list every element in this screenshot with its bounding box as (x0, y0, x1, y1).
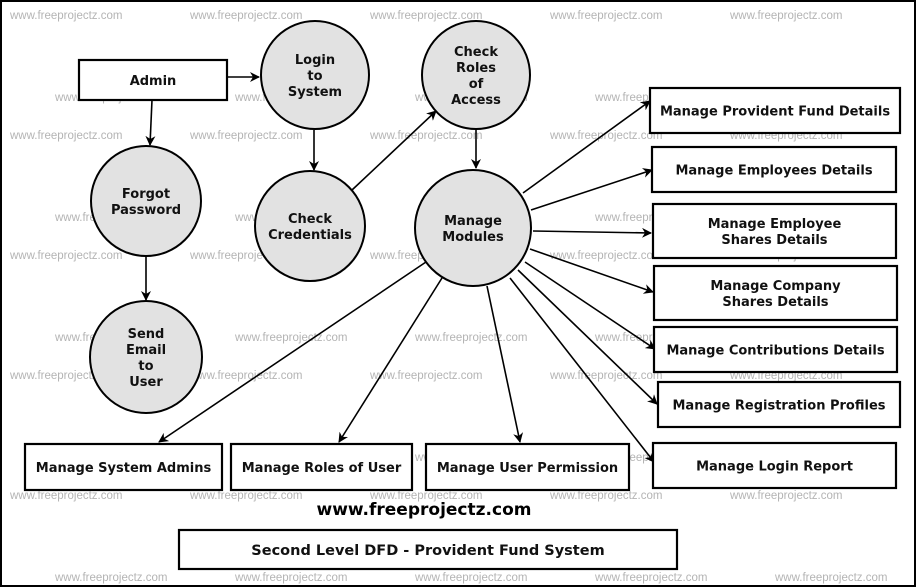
entity-label: Manage Contributions Details (666, 344, 884, 359)
process-label: of (469, 77, 484, 92)
process-label: Access (451, 93, 501, 108)
entity-label: Manage Employees Details (675, 164, 872, 179)
entity-manage-employee-shares-details: Manage EmployeeShares Details (651, 202, 898, 260)
watermark-text: www.freeprojectz.com (549, 490, 662, 502)
entity-manage-user-permission: Manage User Permission (424, 442, 631, 492)
flow-arrow-manage-modules-to-manage-employees-details (530, 168, 653, 211)
process-label: Credentials (268, 228, 352, 243)
process-label: to (307, 69, 322, 84)
entity-manage-registration-profiles: Manage Registration Profiles (656, 380, 902, 429)
watermark-text: www.freeprojectz.com (549, 250, 662, 262)
entity-manage-login-report: Manage Login Report (651, 441, 898, 490)
watermark-text: www.freeprojectz.com (369, 370, 482, 382)
entity-label: Manage Employee (708, 217, 842, 232)
process-send-email-to-user: SendEmailtoUser (89, 300, 203, 414)
watermark-text: www.freeprojectz.com (594, 572, 707, 584)
watermark-text: www.freeprojectz.com (234, 332, 347, 344)
watermark-text: www.freeprojectz.com (369, 130, 482, 142)
watermark-text: www.freeprojectz.com (729, 10, 842, 22)
watermark-text: www.freeprojectz.com (414, 332, 527, 344)
process-label: Forgot (122, 187, 170, 202)
watermark-text: www.freeprojectz.com (774, 572, 887, 584)
process-forgot-password: ForgotPassword (90, 145, 202, 257)
entity-manage-company-shares-details: Manage CompanyShares Details (652, 264, 899, 322)
flow-arrow-manage-modules-to-manage-roles-of-user (338, 277, 443, 443)
diagram-title: Second Level DFD - Provident Fund System (251, 543, 604, 559)
process-label: Password (111, 203, 181, 218)
flow-arrow-manage-modules-to-manage-employee-shares-details (532, 227, 652, 238)
flow-arrow-check-credentials-to-check-roles-of-access (351, 110, 437, 191)
process-login-to-system: LogintoSystem (260, 20, 370, 130)
watermark-text: www.freeprojectz.com (729, 490, 842, 502)
process-label: Roles (456, 61, 496, 76)
dfd-diagram: www.freeprojectz.com www.freeprojectz.com… (9, 10, 902, 584)
process-manage-modules: ManageModules (414, 169, 532, 287)
entity-label: Manage System Admins (36, 461, 212, 476)
watermark-text: www.freeprojectz.com (189, 10, 302, 22)
site-label: www.freeprojectz.com (317, 500, 532, 520)
process-label: Send (128, 327, 165, 342)
entity-label: Shares Details (721, 233, 827, 248)
process-label: Login (295, 53, 335, 68)
entity-label: Manage Company (710, 279, 841, 294)
process-label: Manage (444, 214, 502, 229)
process-label: Check (288, 212, 332, 227)
node-layer: Admin Manage Provident Fund Details Manage… (23, 20, 902, 492)
watermark-text: www.freeprojectz.com (549, 130, 662, 142)
entity-admin: Admin (77, 58, 229, 102)
entity-label: Manage Registration Profiles (672, 399, 885, 414)
entity-label: Manage Roles of User (242, 461, 402, 476)
flow-arrow-manage-modules-to-manage-contributions-details (524, 261, 656, 350)
flow-arrow-manage-modules-to-manage-user-permission (486, 285, 524, 443)
watermark-text: www.freeprojectz.com (189, 370, 302, 382)
watermark-text: www.freeprojectz.com (9, 490, 122, 502)
watermark-text: www.freeprojectz.com (54, 572, 167, 584)
process-label: Email (126, 343, 166, 358)
flow-arrow-manage-modules-to-manage-provident-fund-details (522, 100, 651, 194)
watermark-text: www.freeprojectz.com (414, 572, 527, 584)
entity-label: Shares Details (722, 295, 828, 310)
watermark-text: www.freeprojectz.com (189, 130, 302, 142)
watermark-text: www.freeprojectz.com (369, 10, 482, 22)
entity-manage-system-admins: Manage System Admins (23, 442, 224, 492)
entity-manage-contributions-details: Manage Contributions Details (652, 325, 899, 374)
flow-arrow-admin-to-forgot-password (145, 99, 156, 146)
entity-label: Admin (130, 74, 177, 89)
entity-label: Manage Login Report (696, 460, 853, 475)
watermark-text: www.freeprojectz.com (549, 10, 662, 22)
watermark-text: www.freeprojectz.com (9, 10, 122, 22)
process-check-credentials: CheckCredentials (254, 170, 366, 282)
entity-label: Manage User Permission (437, 461, 618, 476)
diagram-title-box: Second Level DFD - Provident Fund System (177, 528, 679, 571)
process-check-roles-of-access: CheckRolesofAccess (421, 20, 531, 130)
watermark-text: www.freeprojectz.com (189, 490, 302, 502)
watermark-text: www.freeprojectz.com (9, 250, 122, 262)
watermark-text: www.freeprojectz.com (549, 370, 662, 382)
entity-manage-employees-details: Manage Employees Details (650, 145, 898, 194)
entity-manage-provident-fund-details: Manage Provident Fund Details (648, 86, 902, 135)
entity-manage-roles-of-user: Manage Roles of User (229, 442, 414, 492)
process-label: to (138, 359, 153, 374)
process-label: System (288, 85, 342, 100)
process-label: User (129, 375, 163, 390)
process-label: Modules (442, 230, 504, 245)
entity-label: Manage Provident Fund Details (660, 105, 890, 120)
process-label: Check (454, 45, 498, 60)
watermark-text: www.freeprojectz.com (234, 572, 347, 584)
watermark-text: www.freeprojectz.com (9, 130, 122, 142)
